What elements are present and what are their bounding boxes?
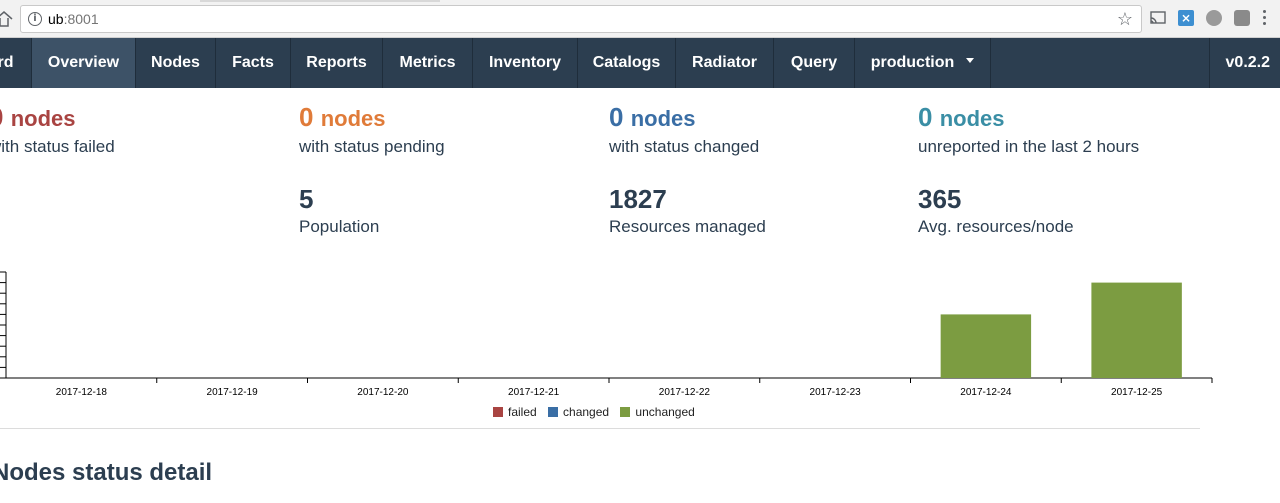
tab-strip-edge [200,0,440,2]
legend-item-unchanged[interactable]: unchanged [620,405,695,419]
stat-avg-label: Avg. resources/node [918,217,1074,236]
nav-radiator[interactable]: Radiator [676,38,774,88]
nav-brand[interactable]: rd [0,38,32,88]
url-port: :8001 [63,11,99,27]
browser-menu-icon[interactable] [1262,8,1268,28]
stat-population: 5 Population [299,184,379,238]
chevron-down-icon [966,58,975,64]
nav-catalogs[interactable]: Catalogs [578,38,676,88]
stat-failed-desc: with status failed [0,137,115,156]
stat-unreported[interactable]: 0 nodes unreported in the last 2 hours [918,102,1139,158]
extension-icon[interactable]: ⨯ [1178,10,1194,26]
main-navbar: rd Overview Nodes Facts Reports Metrics … [0,38,1280,88]
stat-resources-label: Resources managed [609,217,766,236]
x-tick-label: 2017-12-25 [1111,387,1163,398]
stat-changed-desc: with status changed [609,137,760,156]
home-icon[interactable] [0,10,14,28]
stat-resources: 1827 Resources managed [609,184,766,238]
stat-unreported-count: 0 [918,102,933,132]
run-history-chart: 2017-12-18 2017-12-19 2017-12-20 2017-12-21… [0,265,1220,425]
x-tick-label: 2017-12-20 [357,387,409,398]
environment-label: production [870,54,955,71]
stat-population-value: 5 [299,184,314,214]
legend-swatch-failed [493,406,503,417]
bar-unchanged [1091,282,1182,378]
bar-unchanged [940,314,1032,378]
x-tick-label: 2017-12-23 [810,387,862,398]
chart-svg: 2017-12-18 2017-12-19 2017-12-20 2017-12-21… [0,271,1213,398]
chart-legend: failed changed unchanged [493,405,703,419]
x-tick-label: 2017-12-22 [659,387,711,398]
pocket-extension-icon[interactable] [1234,10,1250,26]
stat-changed-unit: nodes [630,106,696,131]
stat-population-label: Population [299,217,380,236]
stat-changed-count: 0 [609,102,624,132]
section-divider [0,428,1200,429]
stat-failed-count: 0 [0,102,3,132]
address-bar[interactable]: i ub:8001 ☆ [20,5,1142,33]
url-text[interactable]: ub:8001 [48,11,99,27]
stat-pending-count-row: 0 nodes [299,102,445,134]
nav-nodes[interactable]: Nodes [136,38,216,88]
url-host: ub [48,11,64,27]
environment-dropdown[interactable]: production [855,38,991,88]
section-title: Nodes status detail [0,459,213,486]
stat-failed-unit: nodes [10,106,76,131]
legend-label-unchanged: unchanged [635,405,695,419]
nav-facts[interactable]: Facts [216,38,291,88]
info-icon[interactable]: i [28,12,42,26]
stat-pending-count: 0 [299,102,314,132]
cast-icon[interactable] [1150,10,1166,26]
stat-pending-unit: nodes [320,106,386,131]
nav-metrics[interactable]: Metrics [383,38,473,88]
x-tick-label: 2017-12-24 [960,387,1012,398]
x-tick-label: 2017-12-18 [56,387,108,398]
legend-item-changed[interactable]: changed [548,405,609,419]
legend-label-changed: changed [563,405,610,419]
legend-label-failed: failed [508,405,537,419]
stat-pending-desc: with status pending [299,137,445,156]
stat-avg-value: 365 [918,184,962,214]
stat-unreported-count-row: 0 nodes [918,102,1139,134]
bookmark-star-icon[interactable]: ☆ [1117,8,1133,30]
x-tick-label: 2017-12-21 [508,387,560,398]
nav-inventory[interactable]: Inventory [473,38,578,88]
version-label: v0.2.2 [1208,38,1270,88]
stat-failed[interactable]: 0 nodes with status failed [0,102,115,158]
stat-unreported-unit: nodes [939,106,1005,131]
stat-resources-value: 1827 [609,184,667,214]
stat-failed-count-row: 0 nodes [0,102,115,134]
stat-unreported-desc: unreported in the last 2 hours [918,137,1140,156]
nav-query[interactable]: Query [774,38,855,88]
stat-changed[interactable]: 0 nodes with status changed [609,102,759,158]
legend-item-failed[interactable]: failed [493,405,537,419]
legend-swatch-unchanged [620,406,631,417]
legend-swatch-changed [548,406,559,417]
nav-overview[interactable]: Overview [32,38,136,88]
globe-extension-icon[interactable] [1206,10,1222,26]
stat-avg: 365 Avg. resources/node [918,184,1074,238]
browser-toolbar: i ub:8001 ☆ ⨯ [0,0,1280,38]
x-tick-label: 2017-12-19 [207,387,259,398]
stat-changed-count-row: 0 nodes [609,102,759,134]
stat-pending[interactable]: 0 nodes with status pending [299,102,445,158]
nav-reports[interactable]: Reports [291,38,383,88]
